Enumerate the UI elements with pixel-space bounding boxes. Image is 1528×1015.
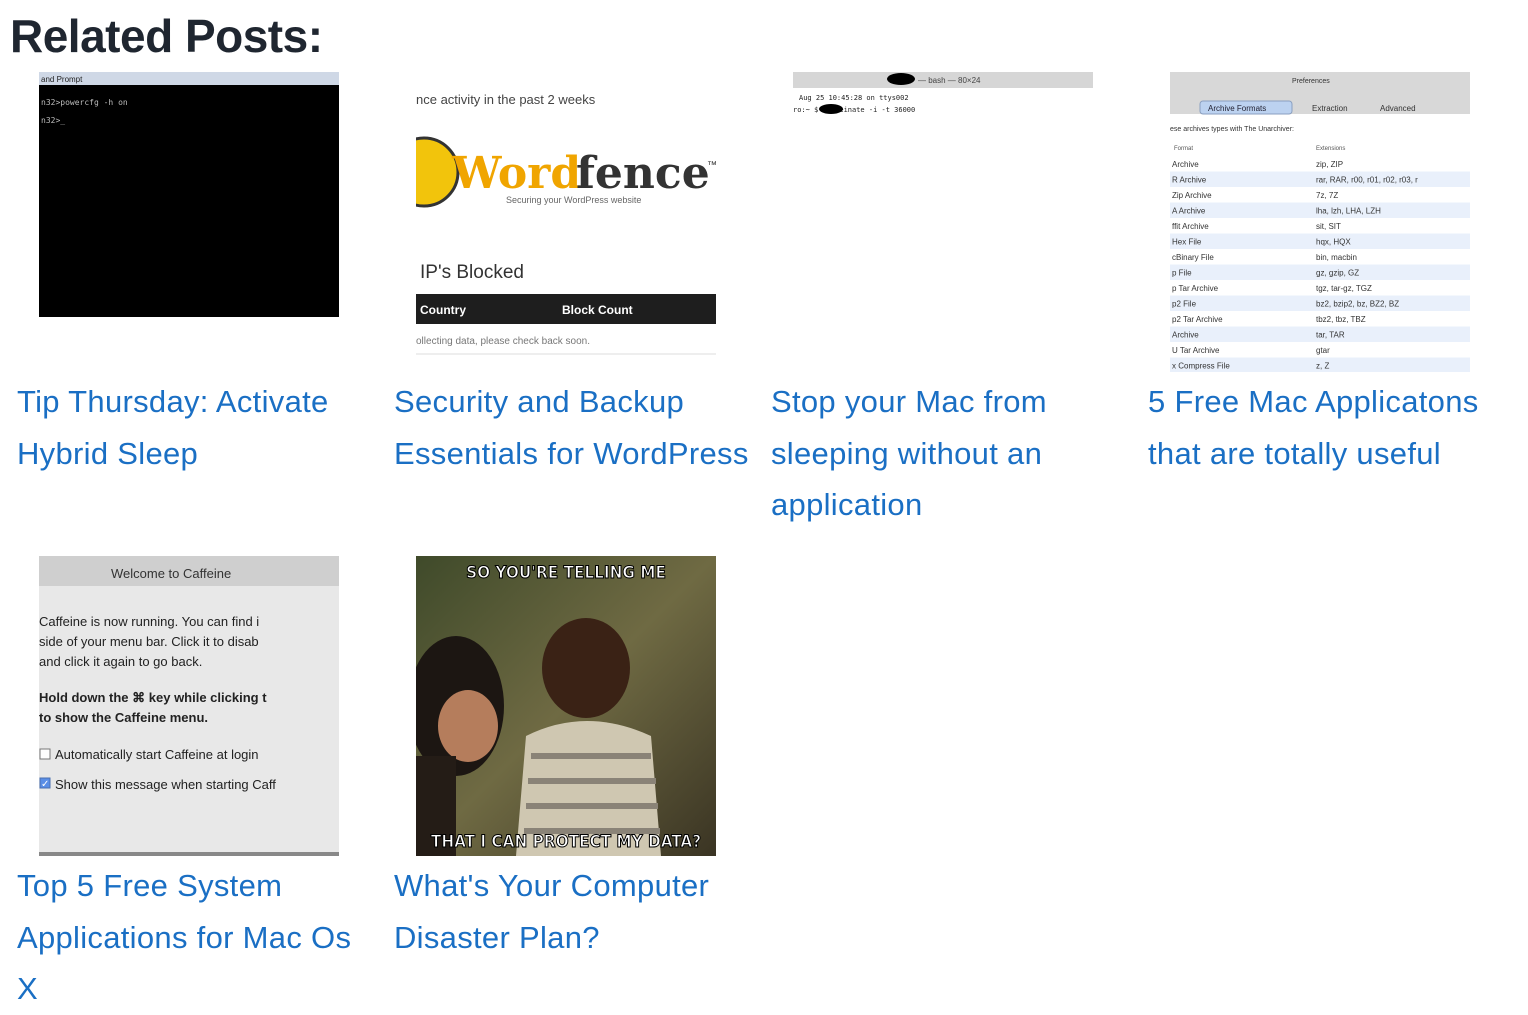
redaction-blob — [887, 73, 915, 85]
post-title-link[interactable]: Tip Thursday: Activate Hybrid Sleep — [17, 376, 377, 479]
cmd-line-2: n32>_ — [41, 116, 65, 125]
prefs-titlebar: Preferences — [1292, 78, 1330, 85]
cmd-window-image: and Prompt n32>powercfg -h on n32>_ — [39, 72, 339, 372]
terminal-line-2: ro:~ $ caffeinate -i -t 36000 — [793, 106, 915, 114]
wordfence-col-count: Block Count — [562, 303, 633, 317]
post-thumbnail-wordfence[interactable]: nce activity in the past 2 weeks Word fe… — [416, 72, 716, 372]
prefs-row-format[interactable]: ffit Archive — [1172, 222, 1209, 231]
child-head — [542, 618, 630, 718]
prefs-row-extensions: sit, SIT — [1316, 222, 1341, 231]
prefs-row-format[interactable]: Archive — [1172, 331, 1199, 340]
prefs-row-extensions: tar, TAR — [1316, 331, 1345, 340]
prefs-row-extensions: zip, ZIP — [1316, 160, 1343, 169]
prefs-row-format[interactable]: Zip Archive — [1172, 191, 1212, 200]
unarchiver-prefs-image: Preferences Archive Formats Extraction A… — [1170, 72, 1470, 372]
caffeine-titlebar: Welcome to Caffeine — [111, 566, 231, 581]
wordfence-logo-suffix: fence — [576, 148, 710, 199]
svg-text:✓: ✓ — [41, 779, 49, 790]
prefs-row-format[interactable]: Archive — [1172, 160, 1199, 169]
cmd-line-1: n32>powercfg -h on — [41, 98, 128, 107]
prefs-row-extensions: 7z, 7Z — [1316, 191, 1338, 200]
post-title-link[interactable]: Stop your Mac from sleeping without an a… — [771, 376, 1131, 531]
wordfence-logo-prefix: Word — [451, 148, 581, 199]
prefs-tab-extraction: Extraction — [1312, 104, 1348, 113]
prefs-row-extensions: bz2, bzip2, bz, BZ2, BZ — [1316, 300, 1399, 309]
meme-image: SO YOU'RE TELLING ME THAT I CAN PROTECT … — [416, 556, 716, 856]
prefs-row-extensions: z, Z — [1316, 362, 1329, 371]
prefs-intro: ese archives types with The Unarchiver: — [1170, 126, 1294, 133]
prefs-row-format[interactable]: p Tar Archive — [1172, 284, 1219, 293]
prefs-row-format[interactable]: p2 Tar Archive — [1172, 315, 1223, 324]
post-title-link[interactable]: 5 Free Mac Applicatons that are totally … — [1148, 376, 1508, 479]
redaction-blob — [819, 104, 843, 114]
prefs-tab-formats: Archive Formats — [1208, 104, 1266, 113]
caffeine-check-2: Show this message when starting Caff — [55, 777, 276, 792]
prefs-header-format: Format — [1174, 146, 1193, 152]
post-thumbnail-meme[interactable]: SO YOU'RE TELLING ME THAT I CAN PROTECT … — [416, 556, 716, 856]
prefs-header-ext: Extensions — [1316, 146, 1345, 152]
post-title-link[interactable]: Top 5 Free System Applications for Mac O… — [17, 860, 377, 1015]
caffeine-window-image: Welcome to Caffeine Caffeine is now runn… — [39, 556, 339, 856]
post-title-link[interactable]: Security and Backup Essentials for WordP… — [394, 376, 754, 479]
prefs-row-format[interactable]: p2 File — [1172, 300, 1197, 309]
caffeine-text-1: Caffeine is now running. You can find i — [39, 614, 259, 629]
terminal-image: — bash — 80×24 Aug 25 10:45:28 on ttys00… — [793, 72, 1093, 372]
caffeine-bold-2: to show the Caffeine menu. — [39, 710, 208, 725]
post-thumbnail-terminal[interactable]: — bash — 80×24 Aug 25 10:45:28 on ttys00… — [793, 72, 1093, 372]
prefs-row-format[interactable]: x Compress File — [1172, 362, 1230, 371]
cmd-titlebar: and Prompt — [41, 75, 83, 84]
post-thumbnail-caffeine[interactable]: Welcome to Caffeine Caffeine is now runn… — [39, 556, 339, 856]
prefs-row-extensions: rar, RAR, r00, r01, r02, r03, r — [1316, 176, 1418, 185]
wordfence-image: nce activity in the past 2 weeks Word fe… — [416, 72, 716, 372]
prefs-tab-advanced: Advanced — [1380, 104, 1416, 113]
prefs-row-format[interactable]: Hex File — [1172, 238, 1202, 247]
prefs-row-extensions: gtar — [1316, 346, 1330, 355]
woman-face — [438, 690, 498, 762]
wordfence-note: ollecting data, please check back soon. — [416, 336, 590, 347]
prefs-row-format[interactable]: p File — [1172, 269, 1192, 278]
prefs-row-format[interactable]: cBinary File — [1172, 253, 1214, 262]
wordfence-blocked: IP's Blocked — [420, 262, 524, 283]
caffeine-bold-1: Hold down the ⌘ key while clicking t — [39, 690, 267, 705]
caffeine-text-2: side of your menu bar. Click it to disab — [39, 634, 259, 649]
terminal-line-1: Aug 25 10:45:28 on ttys002 — [799, 94, 909, 102]
post-title-link[interactable]: What's Your Computer Disaster Plan? — [394, 860, 754, 963]
prefs-row-extensions: tgz, tar-gz, TGZ — [1316, 284, 1372, 293]
prefs-row-format[interactable]: U Tar Archive — [1172, 346, 1220, 355]
wordfence-activity: nce activity in the past 2 weeks — [416, 92, 596, 107]
wordfence-col-country: Country — [420, 303, 466, 317]
wordfence-tm: ™ — [707, 160, 716, 171]
checkbox-autostart — [39, 748, 51, 760]
prefs-row-extensions: bin, macbin — [1316, 253, 1357, 262]
caffeine-text-3: and click it again to go back. — [39, 654, 202, 669]
prefs-row-extensions: tbz2, tbz, TBZ — [1316, 315, 1366, 324]
prefs-row-extensions: gz, gzip, GZ — [1316, 269, 1359, 278]
prefs-row-format[interactable]: R Archive — [1172, 176, 1207, 185]
post-thumbnail-unarchiver[interactable]: Preferences Archive Formats Extraction A… — [1170, 72, 1470, 372]
terminal-titlebar: — bash — 80×24 — [918, 76, 981, 85]
caffeine-check-1: Automatically start Caffeine at login — [55, 747, 259, 762]
post-thumbnail-cmd[interactable]: and Prompt n32>powercfg -h on n32>_ — [39, 72, 339, 372]
related-posts-heading: Related Posts: — [10, 10, 323, 62]
wordfence-tagline: Securing your WordPress website — [506, 195, 641, 205]
meme-bottom-text: THAT I CAN PROTECT MY DATA? — [431, 832, 701, 852]
prefs-row-extensions: hqx, HQX — [1316, 238, 1351, 247]
prefs-row-extensions: lha, lzh, LHA, LZH — [1316, 207, 1381, 216]
prefs-row-format[interactable]: A Archive — [1172, 207, 1206, 216]
meme-top-text: SO YOU'RE TELLING ME — [466, 563, 666, 583]
